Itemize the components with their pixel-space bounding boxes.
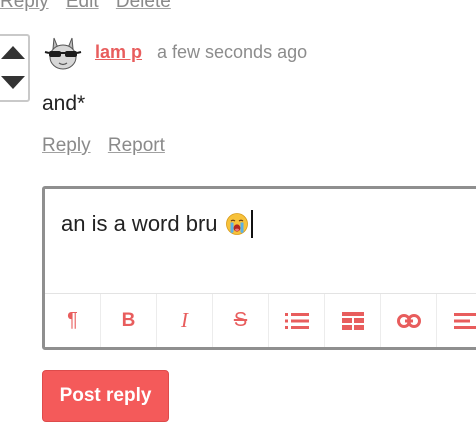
editor-text: an is a word bru	[61, 211, 218, 236]
table-icon[interactable]	[325, 294, 381, 347]
loudly-crying-face-emoji-icon	[225, 213, 248, 235]
downvote-arrow-icon[interactable]	[1, 76, 25, 89]
comment-timestamp: a few seconds ago	[157, 42, 308, 62]
bold-glyph: B	[121, 309, 136, 331]
italic-glyph: I	[181, 308, 188, 332]
edit-link[interactable]: Edit	[66, 0, 99, 12]
reply-editor[interactable]: an is a word bru ¶ B I S	[42, 186, 476, 350]
strikethrough-glyph: S	[233, 309, 248, 331]
reply-link[interactable]: Reply	[0, 0, 49, 12]
comment-actions: Reply Report	[42, 135, 177, 157]
pilcrow-icon[interactable]: ¶	[45, 294, 101, 347]
link-icon[interactable]	[381, 294, 437, 347]
comment-author[interactable]: lam p	[95, 42, 142, 63]
upvote-arrow-icon[interactable]	[1, 46, 25, 59]
italic-icon[interactable]: I	[157, 294, 213, 347]
strikethrough-icon[interactable]: S	[213, 294, 269, 347]
editor-toolbar: ¶ B I S	[45, 293, 476, 347]
align-left-icon[interactable]	[437, 294, 476, 347]
reply-link[interactable]: Reply	[42, 135, 91, 156]
editor-content[interactable]: an is a word bru	[61, 210, 253, 238]
delete-link[interactable]: Delete	[116, 0, 171, 12]
parent-comment-actions: Reply Edit Delete	[0, 0, 183, 12]
report-link[interactable]: Report	[108, 135, 165, 156]
comment-body: and*	[42, 92, 86, 115]
bold-icon[interactable]: B	[101, 294, 157, 347]
vote-control	[0, 34, 30, 102]
avatar[interactable]	[44, 36, 82, 72]
text-caret	[250, 210, 253, 238]
bullet-list-icon[interactable]	[269, 294, 325, 347]
post-reply-button[interactable]: Post reply	[42, 370, 169, 422]
pilcrow-glyph: ¶	[67, 309, 78, 331]
